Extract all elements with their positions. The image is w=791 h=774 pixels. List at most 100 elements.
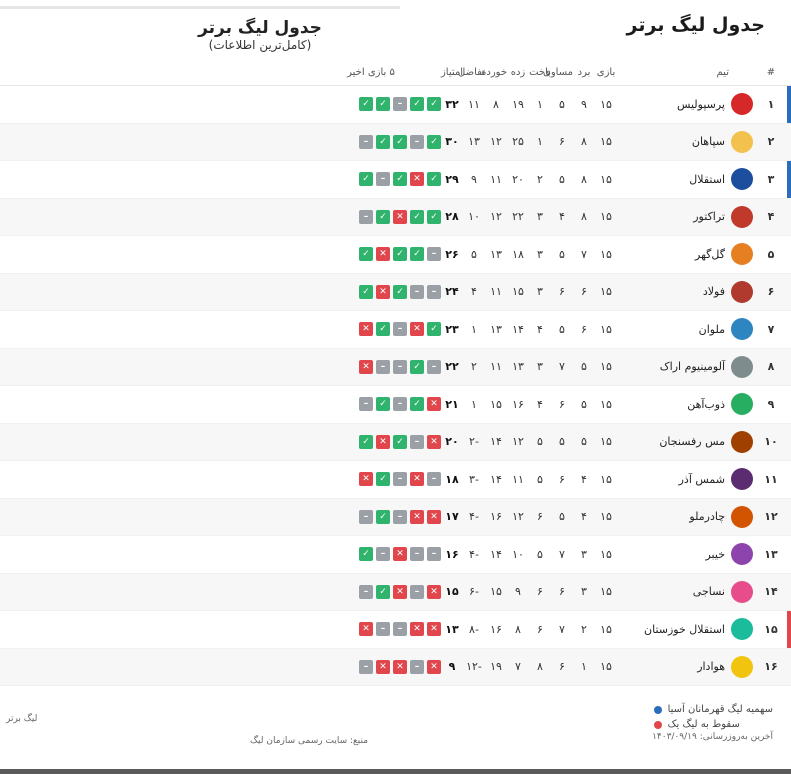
table-row[interactable]: ۱ پرسپولیس ۱۵ ۹ ۵ ۱ ۱۹ ۸ ۱۱ ۳۲ ✓ ✓ – ✓ ✓ <box>0 86 791 124</box>
points-cell: ۳۰ <box>445 135 459 149</box>
team-cell[interactable]: استقلال <box>617 168 757 191</box>
table-row[interactable]: ۱۴ نساجی ۱۵ ۳ ۶ ۶ ۹ ۱۵ -۶ ۱۵ ✕ – ✕ ✓ – <box>0 573 791 611</box>
loss-x-icon: ✕ <box>427 584 441 599</box>
drawn-cell: ۶ <box>559 135 565 149</box>
team-cell[interactable]: تراکتور <box>617 205 757 228</box>
col-team[interactable]: تیم <box>617 67 757 78</box>
team-cell[interactable]: گل‌گهر <box>617 243 757 266</box>
won-cell: ۸ <box>581 172 587 186</box>
table-row[interactable]: ۱۰ مس رفسنجان ۱۵ ۵ ۵ ۵ ۱۲ ۱۴ -۲ ۲۰ ✕ – ✓ ✕ ✓ <box>0 423 791 461</box>
table-row[interactable]: ۴ تراکتور ۱۵ ۸ ۴ ۳ ۲۲ ۱۲ ۱۰ ۲۸ ✓ ✓ ✕ ✓ – <box>0 198 791 236</box>
table-row[interactable]: ۹ ذوب‌آهن ۱۵ ۵ ۶ ۴ ۱۶ ۱۵ ۱ ۲۱ ✕ ✓ – ✓ – <box>0 386 791 424</box>
gf-cell: ۲۲ <box>512 210 524 224</box>
col-played[interactable]: بازی <box>595 67 617 78</box>
win-check-icon: ✓ <box>427 209 441 224</box>
team-cell[interactable]: پرسپولیس <box>617 93 757 116</box>
team-crest-icon <box>731 130 753 153</box>
loss-x-icon: ✕ <box>393 659 407 674</box>
team-name: شمس آذر <box>678 472 725 486</box>
lost-cell: ۲ <box>537 172 543 186</box>
team-cell[interactable]: نساجی <box>617 580 757 603</box>
team-cell[interactable]: سپاهان <box>617 130 757 153</box>
gf-cell: ۱۰ <box>512 547 524 561</box>
table-row[interactable]: ۲ سپاهان ۱۵ ۸ ۶ ۱ ۲۵ ۱۲ ۱۳ ۳۰ ✓ – ✓ ✓ – <box>0 123 791 161</box>
team-cell[interactable]: شمس آذر <box>617 468 757 491</box>
table-row[interactable]: ۱۲ چادرملو ۱۵ ۴ ۵ ۶ ۱۲ ۱۶ -۴ ۱۷ ✕ ✕ – ✓ – <box>0 498 791 536</box>
team-cell[interactable]: چادرملو <box>617 505 757 528</box>
points-cell: ۱۷ <box>445 510 459 524</box>
header: جدول لیگ برتر جدول لیگ برتر (کامل‌ترین ا… <box>0 0 791 58</box>
team-crest-icon <box>731 468 753 491</box>
team-cell[interactable]: ذوب‌آهن <box>617 393 757 416</box>
win-check-icon: ✓ <box>427 97 441 112</box>
win-check-icon: ✓ <box>376 397 390 412</box>
draw-dash-icon: – <box>427 472 441 487</box>
loss-x-icon: ✕ <box>410 622 424 637</box>
gf-cell: ۱۴ <box>512 322 524 336</box>
win-check-icon: ✓ <box>359 284 373 299</box>
ga-cell: ۱۶ <box>490 510 502 524</box>
col-ga[interactable]: خورده <box>481 67 507 78</box>
points-cell: ۲۸ <box>445 210 459 224</box>
ga-cell: ۸ <box>493 97 499 111</box>
team-name: ذوب‌آهن <box>687 397 725 411</box>
team-name: مس رفسنجان <box>659 435 725 449</box>
col-lost[interactable]: باخت <box>529 67 551 78</box>
col-gf[interactable]: زده <box>507 67 529 78</box>
win-check-icon: ✓ <box>410 97 424 112</box>
win-check-icon: ✓ <box>410 247 424 262</box>
team-cell[interactable]: آلومینیوم اراک <box>617 355 757 378</box>
points-cell: ۲۶ <box>445 247 459 261</box>
team-cell[interactable]: ملوان <box>617 318 757 341</box>
table-row[interactable]: ۵ گل‌گهر ۱۵ ۷ ۵ ۳ ۱۸ ۱۳ ۵ ۲۶– ✓ ✓ ✕ ✓ <box>0 236 791 274</box>
gf-cell: ۱۶ <box>512 397 524 411</box>
lost-cell: ۶ <box>537 622 543 636</box>
gd-cell: -۶ <box>469 585 479 599</box>
relegation-dot-icon <box>653 720 662 729</box>
draw-dash-icon: – <box>410 659 424 674</box>
col-drawn[interactable]: مساوی <box>543 67 573 78</box>
team-cell[interactable]: استقلال خوزستان <box>617 618 757 641</box>
team-crest-icon <box>731 505 753 528</box>
loss-x-icon: ✕ <box>410 472 424 487</box>
draw-dash-icon: – <box>359 659 373 674</box>
table-row[interactable]: ۱۵ استقلال خوزستان ۱۵ ۲ ۷ ۶ ۸ ۱۶ -۸ ۱۳ ✕ ✕ – – ✕ <box>0 611 791 649</box>
points-cell: ۱۶ <box>445 547 459 561</box>
team-crest-icon <box>731 618 753 641</box>
table-row[interactable]: ۳ استقلال ۱۵ ۸ ۵ ۲ ۲۰ ۱۱ ۹ ۲۹ ✓ ✕ ✓ – ✓ <box>0 161 791 199</box>
team-cell[interactable]: هوادار <box>617 655 757 678</box>
team-name: سپاهان <box>691 135 725 149</box>
lost-cell: ۳ <box>537 360 543 374</box>
rank-cell: ۶ <box>767 285 775 299</box>
legend-item-ucl: سهمیه لیگ قهرمانان آسیا <box>653 704 773 715</box>
draw-dash-icon: – <box>393 509 407 524</box>
col-pts[interactable]: امتیاز <box>441 67 463 78</box>
points-cell: ۲۲ <box>445 360 459 374</box>
draw-dash-icon: – <box>393 359 407 374</box>
ga-cell: ۱۲ <box>490 135 502 149</box>
draw-dash-icon: – <box>359 509 373 524</box>
col-rank[interactable]: # <box>757 67 785 78</box>
col-won[interactable]: برد <box>573 67 595 78</box>
rank-cell: ۱۵ <box>764 622 778 636</box>
team-cell[interactable]: خیبر <box>617 543 757 566</box>
form-cell: ✕ – ✓ ✕ ✓ <box>301 434 441 449</box>
table-row[interactable]: ۱۶ هوادار ۱۵ ۱ ۶ ۸ ۷ ۱۹ -۱۲ ۹ ✕ – ✕ ✕ – <box>0 648 791 686</box>
team-cell[interactable]: فولاد <box>617 280 757 303</box>
team-name: استقلال <box>689 172 725 186</box>
drawn-cell: ۴ <box>559 210 565 224</box>
table-row[interactable]: ۶ فولاد ۱۵ ۶ ۶ ۳ ۱۵ ۱۱ ۴ ۲۴– – ✓ ✕ ✓ <box>0 273 791 311</box>
table-row[interactable]: ۸ آلومینیوم اراک ۱۵ ۵ ۷ ۳ ۱۳ ۱۱ ۲ ۲۲– ✓ – – ✕ <box>0 348 791 386</box>
win-check-icon: ✓ <box>359 172 373 187</box>
col-gd[interactable]: تفاضل <box>458 67 485 78</box>
drawn-cell: ۵ <box>559 172 565 186</box>
gf-cell: ۱۸ <box>512 247 524 261</box>
table-row[interactable]: ۱۱ شمس آذر ۱۵ ۴ ۶ ۵ ۱۱ ۱۴ -۳ ۱۸– ✕ – ✓ ✕ <box>0 461 791 499</box>
win-check-icon: ✓ <box>393 247 407 262</box>
points-cell: ۳۲ <box>445 97 459 111</box>
ga-cell: ۱۳ <box>490 322 502 336</box>
team-cell[interactable]: مس رفسنجان <box>617 430 757 453</box>
table-row[interactable]: ۷ ملوان ۱۵ ۶ ۵ ۴ ۱۴ ۱۳ ۱ ۲۳ ✓ ✕ – ✓ ✕ <box>0 311 791 349</box>
table-row[interactable]: ۱۳ خیبر ۱۵ ۳ ۷ ۵ ۱۰ ۱۴ -۴ ۱۶– – ✕ – ✓ <box>0 536 791 574</box>
lost-cell: ۸ <box>537 660 543 674</box>
